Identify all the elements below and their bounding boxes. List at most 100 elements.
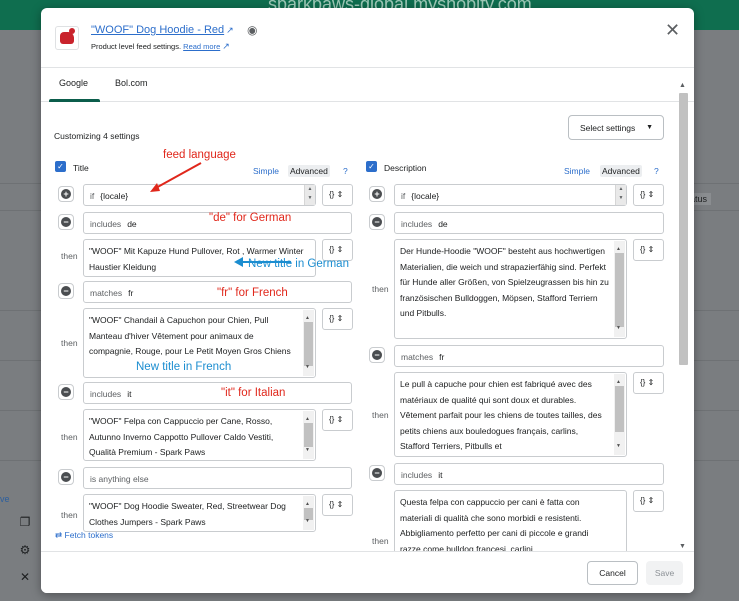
- stepper-icon[interactable]: ▲ ▼: [304, 185, 315, 205]
- condition-value: fr: [128, 288, 134, 298]
- braces-label: {}: [640, 496, 646, 505]
- braces-label: {}: [640, 245, 646, 254]
- eye-icon[interactable]: ◉: [247, 23, 257, 37]
- title-token-button[interactable]: {} ⇕: [322, 308, 353, 330]
- tab-bol-com[interactable]: Bol.com: [115, 78, 148, 88]
- scroll-down-icon[interactable]: ▼: [305, 443, 310, 459]
- title-condition-field[interactable]: is anything else: [83, 467, 352, 489]
- title-advanced-mode[interactable]: Advanced: [288, 165, 330, 177]
- condition-value: it: [127, 389, 132, 399]
- feed-settings-modal: "WOOF" Dog Hoodie - Red ↗ ◉ Product level…: [41, 8, 694, 593]
- title-simple-mode[interactable]: Simple: [253, 166, 279, 176]
- gear-icon[interactable]: ⚙: [17, 543, 33, 557]
- condition-keyword: includes: [90, 389, 122, 399]
- product-title-text: "WOOF" Dog Hoodie - Red: [91, 24, 225, 36]
- condition-keyword: includes: [401, 470, 433, 480]
- product-title-link[interactable]: "WOOF" Dog Hoodie - Red ↗: [91, 24, 234, 36]
- remove-condition-button[interactable]: −: [369, 347, 385, 363]
- scroll-thumb[interactable]: [615, 253, 624, 327]
- product-thumbnail: [55, 26, 79, 50]
- description-checkbox[interactable]: ✓: [366, 161, 377, 172]
- modal-close-icon[interactable]: ✕: [665, 20, 680, 41]
- condition-value: de: [438, 219, 448, 229]
- add-condition-button[interactable]: +: [58, 186, 74, 202]
- textarea-scrollbar[interactable]: ▲ ▼: [303, 411, 314, 459]
- condition-value: it: [438, 470, 443, 480]
- annotation-new-title-german: New title in German: [248, 258, 349, 270]
- textarea-text: "WOOF" Dog Hoodie Sweater, Red, Streetwe…: [89, 501, 286, 527]
- modal-scroll-thumb[interactable]: [679, 93, 688, 365]
- remove-condition-button[interactable]: −: [58, 214, 74, 230]
- scroll-down-icon[interactable]: ▼: [616, 321, 621, 337]
- save-button[interactable]: Save: [646, 561, 683, 585]
- refresh-icon: ⇄: [55, 530, 63, 540]
- channel-tabs: Google Bol.com: [41, 68, 694, 102]
- textarea-text: Questa felpa con cappuccio per cani è fa…: [400, 497, 589, 551]
- scroll-down-icon[interactable]: ▼: [679, 543, 686, 550]
- plus-icon: +: [372, 189, 382, 199]
- modal-scrollbar[interactable]: ▲ ▼: [677, 82, 689, 552]
- scroll-down-icon[interactable]: ▼: [305, 360, 310, 376]
- description-then-textarea[interactable]: Le pull à capuche pour chien est fabriqu…: [394, 372, 627, 457]
- title-checkbox[interactable]: ✓: [55, 161, 66, 172]
- remove-condition-button[interactable]: −: [369, 214, 385, 230]
- textarea-scrollbar[interactable]: ▲ ▼: [303, 310, 314, 376]
- settings-content: Customizing 4 settings ✓ Title Simple Ad…: [41, 102, 694, 551]
- minus-icon: −: [61, 286, 71, 296]
- close-icon[interactable]: ✕: [17, 570, 33, 584]
- remove-condition-button[interactable]: −: [58, 384, 74, 400]
- modal-footer: Cancel Save: [41, 551, 694, 593]
- description-token-button[interactable]: {} ⇕: [633, 490, 664, 512]
- scroll-up-icon[interactable]: ▲: [679, 82, 686, 89]
- remove-condition-button[interactable]: −: [58, 469, 74, 485]
- stepper-icon[interactable]: ▲ ▼: [615, 185, 626, 205]
- if-value: {locale}: [411, 191, 440, 201]
- description-token-button[interactable]: {} ⇕: [633, 239, 664, 261]
- scroll-thumb[interactable]: [615, 386, 624, 432]
- description-if-field[interactable]: if {locale} ▲ ▼: [394, 184, 627, 206]
- fetch-tokens-label: Fetch tokens: [64, 530, 114, 540]
- description-token-button[interactable]: {} ⇕: [633, 372, 664, 394]
- annotation-fr-french: "fr" for French: [217, 287, 288, 299]
- title-condition-field[interactable]: includes it: [83, 382, 352, 404]
- condition-value: fr: [439, 352, 445, 362]
- if-value: {locale}: [100, 191, 129, 201]
- description-condition-field[interactable]: matches fr: [394, 345, 664, 367]
- modal-subtitle: Product level feed settings. Read more ↗: [91, 41, 230, 52]
- description-condition-field[interactable]: includes de: [394, 212, 664, 234]
- description-token-button[interactable]: {} ⇕: [633, 184, 664, 206]
- remove-condition-button[interactable]: −: [58, 283, 74, 299]
- braces-label: {}: [640, 378, 646, 387]
- title-then-textarea[interactable]: "WOOF" Dog Hoodie Sweater, Red, Streetwe…: [83, 494, 316, 532]
- textarea-scrollbar[interactable]: ▲ ▼: [614, 241, 625, 337]
- title-token-button[interactable]: {} ⇕: [322, 184, 353, 206]
- textarea-scrollbar[interactable]: ▲ ▼: [614, 374, 625, 455]
- textarea-scrollbar[interactable]: ▲ ▼: [303, 496, 314, 530]
- description-help-icon[interactable]: ?: [654, 166, 659, 176]
- subtitle-text: Product level feed settings.: [91, 42, 182, 51]
- title-token-button[interactable]: {} ⇕: [322, 494, 353, 516]
- title-help-icon[interactable]: ?: [343, 166, 348, 176]
- description-condition-field[interactable]: includes it: [394, 463, 664, 485]
- minus-icon: −: [61, 387, 71, 397]
- title-heading: Title: [73, 163, 89, 173]
- tab-google[interactable]: Google: [59, 78, 88, 88]
- annotation-de-german: "de" for German: [209, 212, 292, 224]
- read-more-link[interactable]: Read more: [183, 42, 220, 51]
- then-label: then: [372, 284, 389, 294]
- description-advanced-mode[interactable]: Advanced: [600, 165, 642, 177]
- cancel-button[interactable]: Cancel: [587, 561, 638, 585]
- title-token-button[interactable]: {} ⇕: [322, 409, 353, 431]
- description-then-textarea[interactable]: Der Hunde-Hoodie "WOOF" besteht aus hoch…: [394, 239, 627, 339]
- title-then-textarea[interactable]: "WOOF" Felpa con Cappuccio per Cane, Ros…: [83, 409, 316, 461]
- copy-icon[interactable]: ❐: [17, 515, 33, 529]
- description-then-textarea[interactable]: Questa felpa con cappuccio per cani è fa…: [394, 490, 627, 551]
- scroll-down-icon[interactable]: ▼: [305, 514, 310, 530]
- scroll-down-icon[interactable]: ▼: [616, 439, 621, 455]
- description-simple-mode[interactable]: Simple: [564, 166, 590, 176]
- minus-icon: −: [372, 350, 382, 360]
- remove-condition-button[interactable]: −: [369, 465, 385, 481]
- add-condition-button[interactable]: +: [369, 186, 385, 202]
- fetch-tokens-link[interactable]: ⇄ Fetch tokens: [55, 530, 113, 541]
- then-label: then: [61, 510, 78, 520]
